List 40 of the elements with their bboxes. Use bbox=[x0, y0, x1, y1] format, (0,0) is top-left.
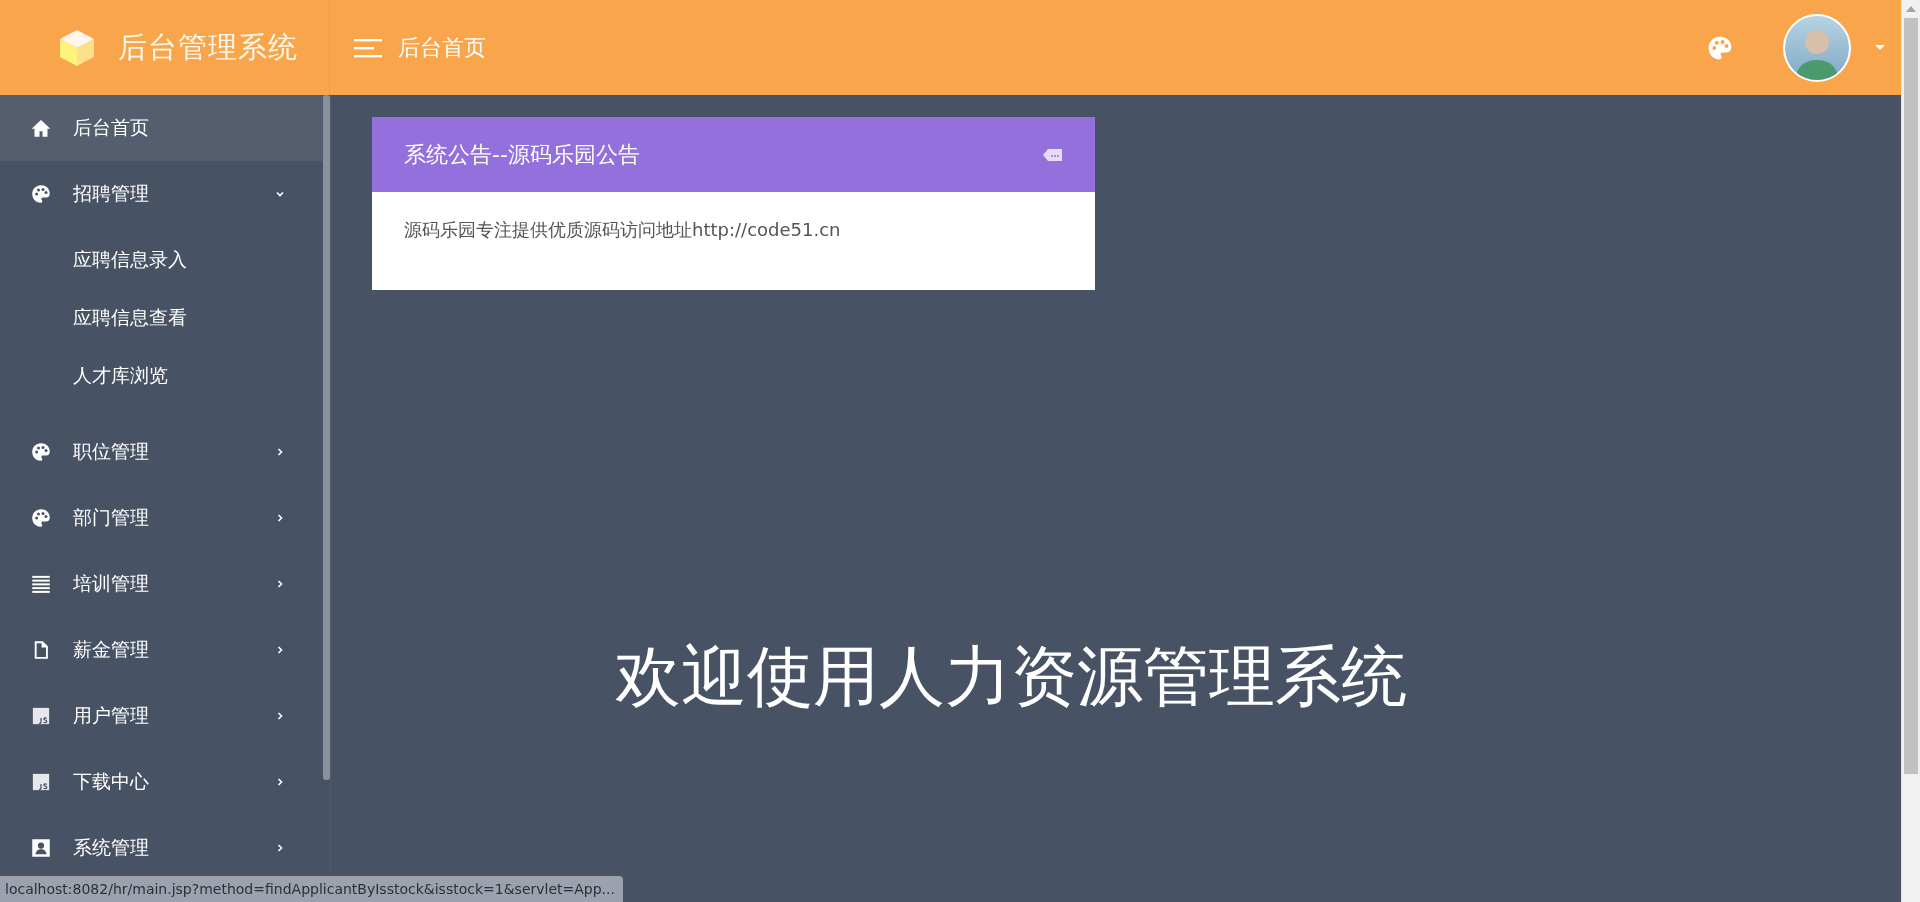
contact-card-icon bbox=[31, 838, 51, 858]
cube-logo-icon bbox=[58, 27, 96, 68]
submenu-item[interactable]: 人才库浏览 bbox=[0, 347, 323, 405]
palette-icon[interactable] bbox=[1707, 34, 1733, 61]
chevron-right-icon bbox=[275, 777, 285, 787]
tag-icon bbox=[1043, 147, 1063, 162]
chevron-right-icon bbox=[275, 579, 285, 589]
menu-icon[interactable] bbox=[354, 37, 382, 58]
sidebar-item[interactable]: 薪金管理 bbox=[0, 617, 323, 683]
sidebar-item[interactable]: 职位管理 bbox=[0, 419, 323, 485]
submenu-item[interactable]: 应聘信息录入 bbox=[0, 231, 323, 289]
chevron-right-icon bbox=[275, 447, 285, 457]
list-icon bbox=[31, 574, 51, 594]
chevron-right-icon bbox=[275, 843, 285, 853]
sidebar-item[interactable]: 用户管理 bbox=[0, 683, 323, 749]
link-url-tooltip: localhost:8082/hr/main.jsp?method=findApplicantByIsstock&isstock=1&servlet=App... bbox=[0, 876, 623, 902]
home-icon bbox=[31, 118, 51, 138]
sidebar-scrollbar[interactable] bbox=[323, 95, 330, 780]
breadcrumb: 后台首页 bbox=[398, 33, 486, 62]
palette-icon bbox=[31, 442, 51, 462]
sidebar-item[interactable]: 后台首页 bbox=[0, 95, 323, 161]
palette-icon bbox=[31, 508, 51, 528]
chevron-down-icon bbox=[275, 189, 285, 199]
chevron-right-icon bbox=[275, 711, 285, 721]
submenu-item[interactable]: 应聘信息查看 bbox=[0, 289, 323, 347]
page-scrollbar[interactable] bbox=[1901, 0, 1920, 902]
caret-icon[interactable] bbox=[1875, 45, 1885, 50]
chevron-right-icon bbox=[275, 513, 285, 523]
sidebar-item[interactable]: 下载中心 bbox=[0, 749, 323, 815]
sidebar-item[interactable]: 部门管理 bbox=[0, 485, 323, 551]
notice-text: 源码乐园专注提供优质源码访问地址http://code51.cn bbox=[403, 218, 842, 242]
notice-title: 系统公告--源码乐园公告 bbox=[404, 140, 641, 169]
sidebar-item[interactable]: 培训管理 bbox=[0, 551, 323, 617]
welcome-heading: 欢迎使用人力资源管理系统 bbox=[615, 637, 1408, 717]
palette-icon bbox=[31, 184, 51, 204]
sidebar-item[interactable]: 招聘管理 bbox=[0, 161, 323, 227]
app-title: 后台管理系统 bbox=[118, 28, 298, 66]
chevron-right-icon bbox=[275, 645, 285, 655]
js-file-icon bbox=[31, 706, 51, 726]
js-file-icon bbox=[31, 772, 51, 792]
